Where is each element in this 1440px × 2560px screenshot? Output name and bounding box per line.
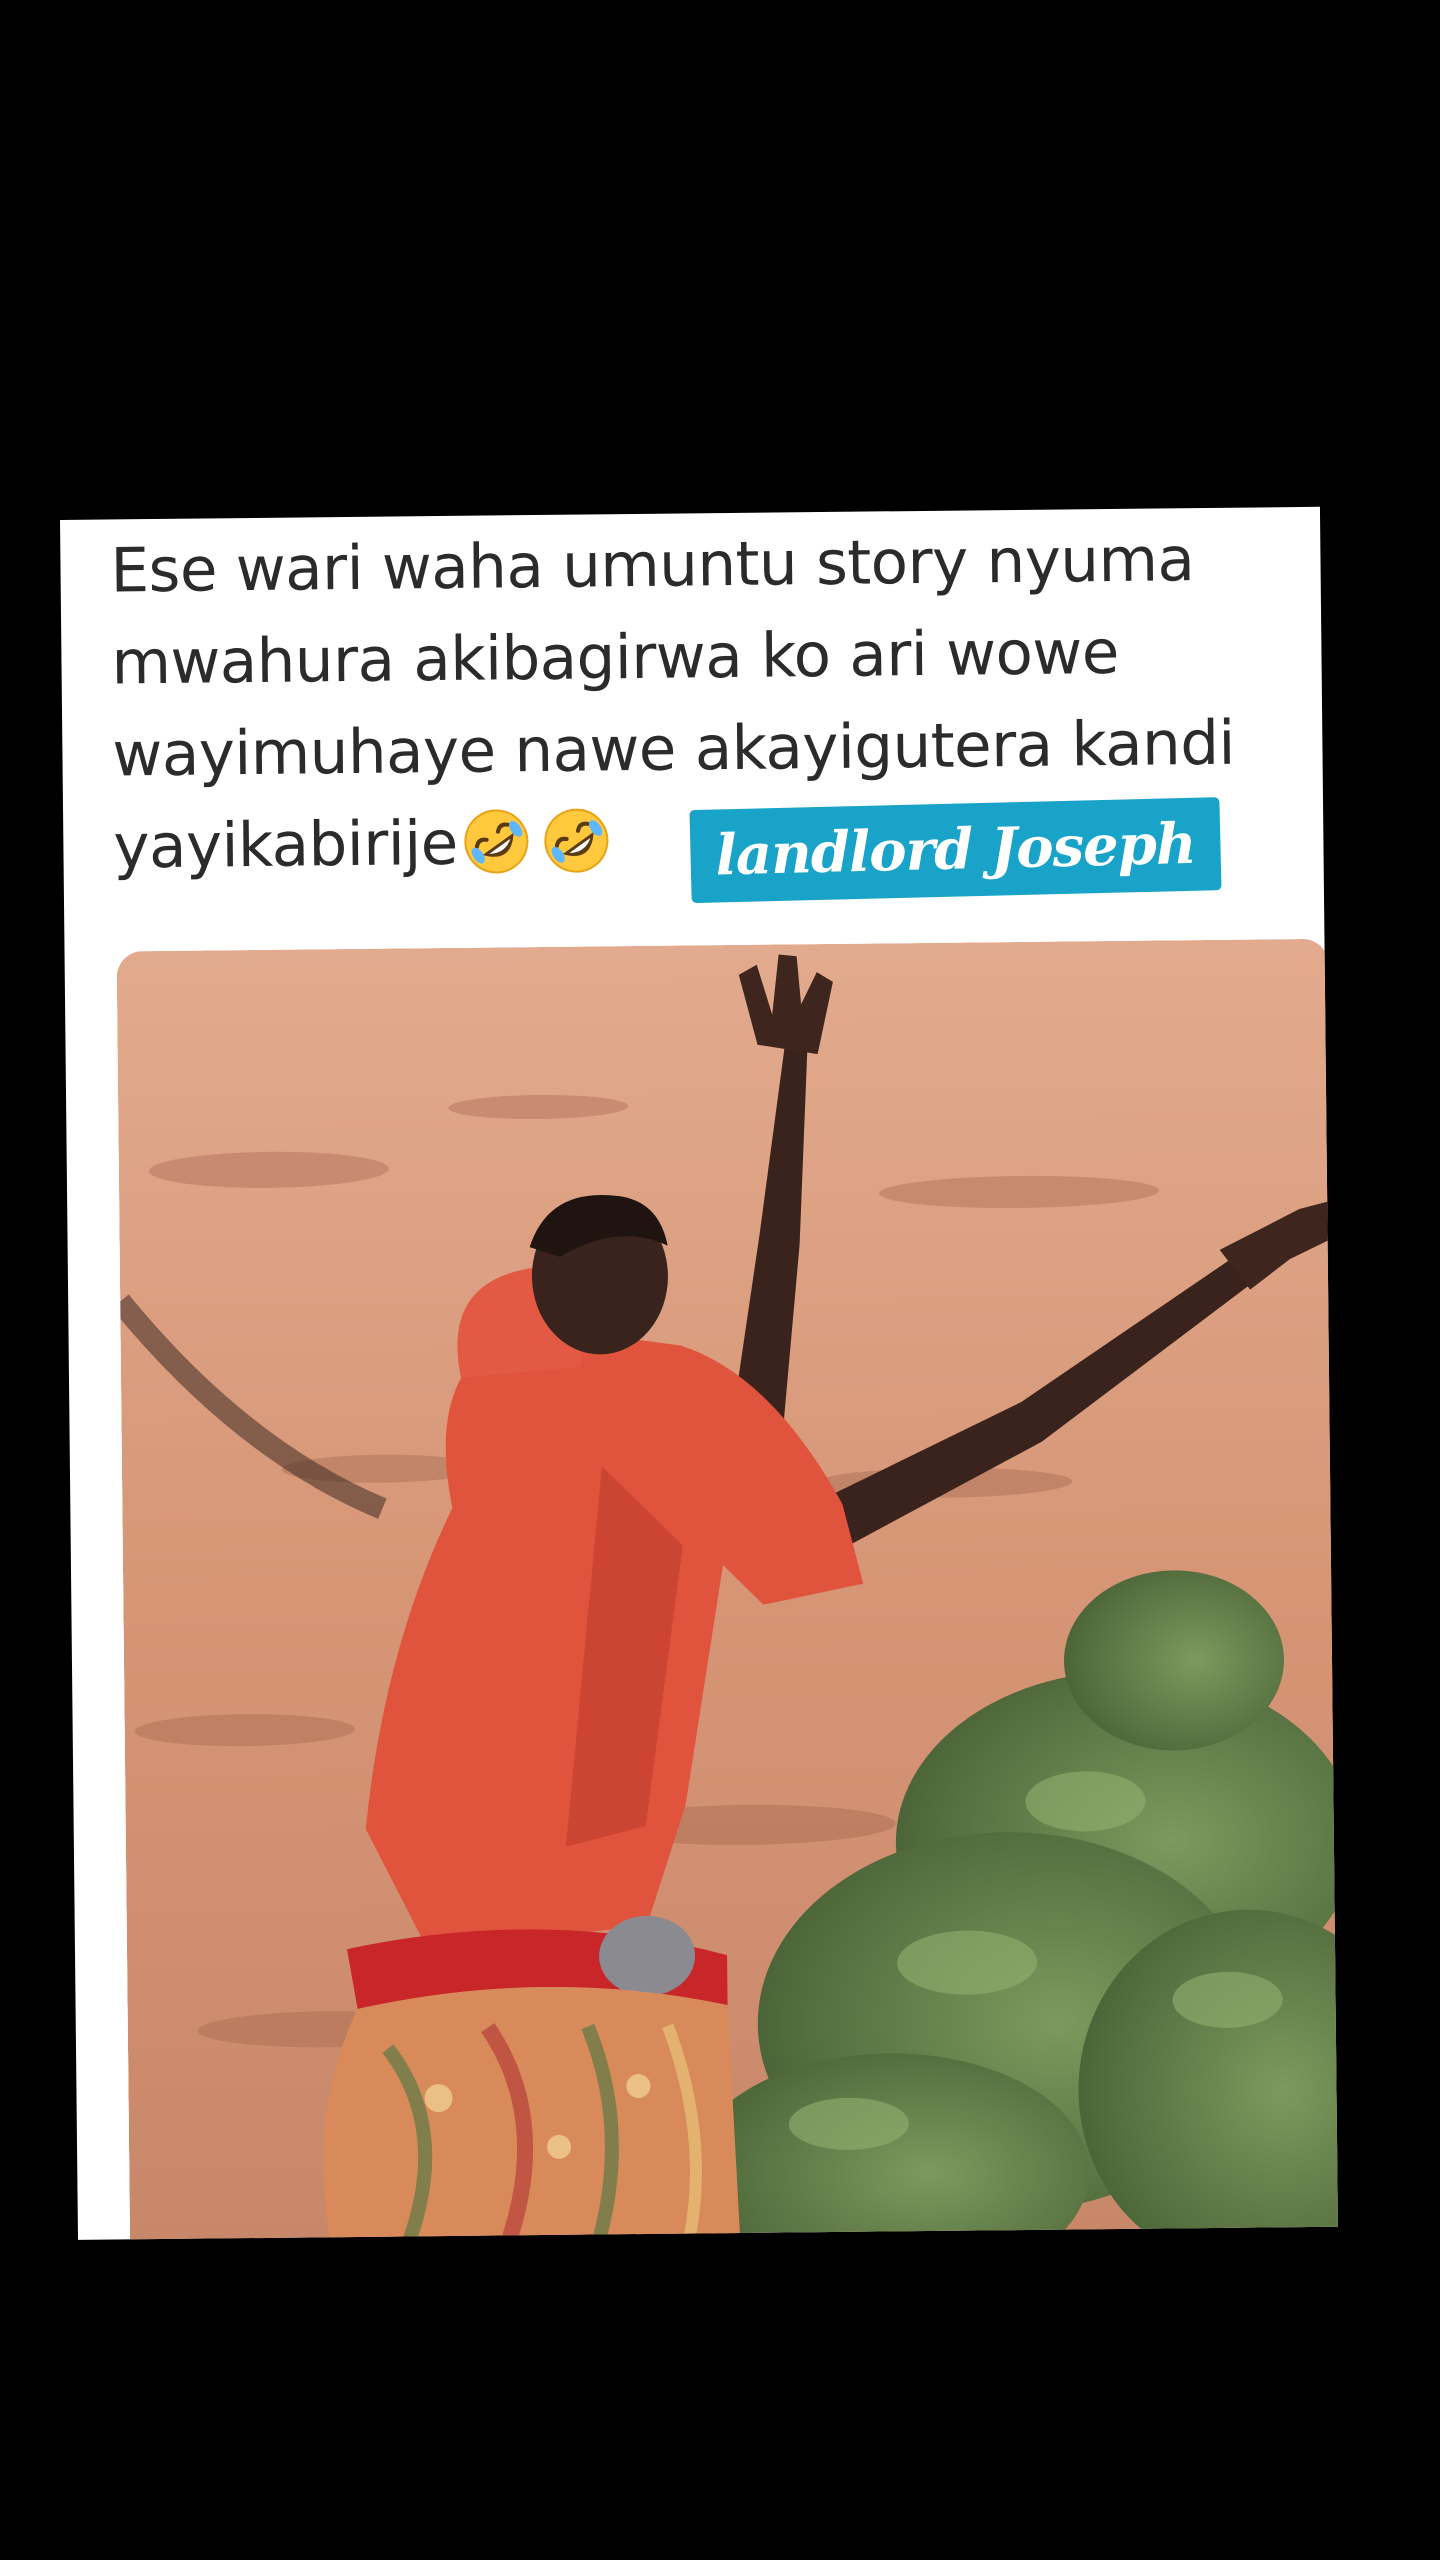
watermark-label: landlord Joseph: [689, 797, 1222, 904]
post-card: Ese wari waha umuntu story nyuma mwahura…: [60, 506, 1338, 2240]
rolling-on-floor-laughing-icon: [544, 808, 609, 873]
emoji-group: [461, 800, 622, 894]
post-photo: [116, 938, 1338, 2240]
wrap-skirt: [323, 1987, 740, 2240]
rolling-on-floor-laughing-icon: [464, 809, 529, 874]
photo-illustration: [116, 938, 1338, 2240]
